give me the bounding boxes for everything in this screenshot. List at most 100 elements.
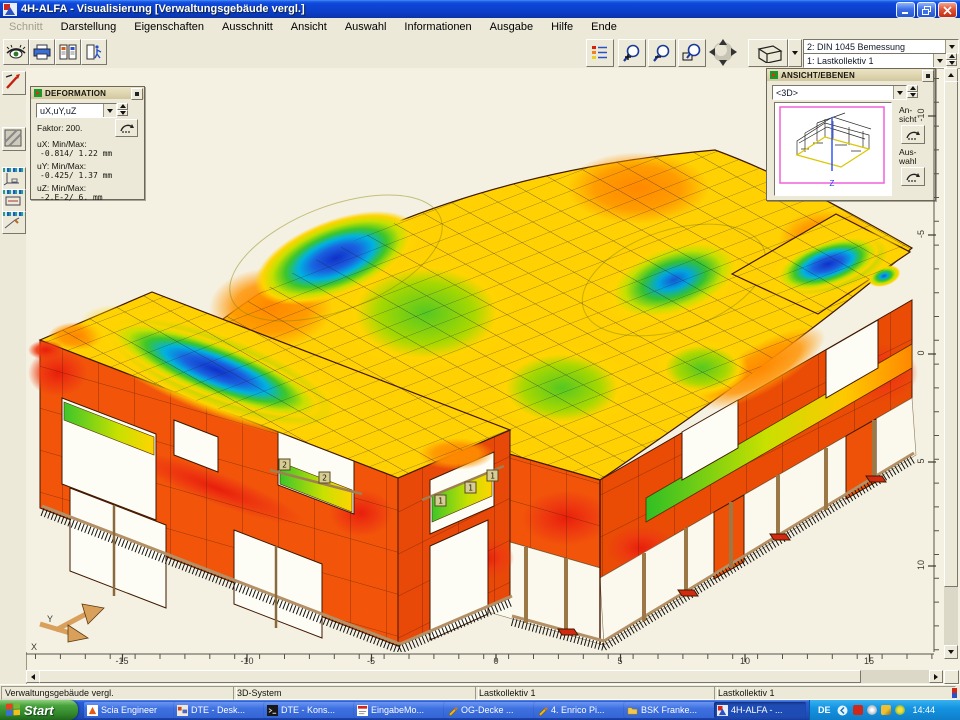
view-planes-panel[interactable]: ANSICHT/EBENEN <3D> [766,68,936,201]
scroll-left-button[interactable] [26,670,40,683]
taskbar-item-scia[interactable]: Scia Engineer [84,702,176,718]
chevron-icon[interactable] [837,705,848,716]
panel-close-button[interactable] [131,88,143,100]
status-indicator-icon [952,688,957,698]
spin-down[interactable] [946,60,957,67]
ruler-tick-label: 10 [916,552,926,578]
panel-icon [34,89,42,97]
loadcase-combo-arrow[interactable] [933,54,946,67]
loadcase-combo[interactable]: 1: Lastkollektiv 1 [803,53,947,68]
language-indicator[interactable]: DE [818,705,831,715]
menu-ausgabe[interactable]: Ausgabe [481,19,542,35]
scroll-right-button[interactable] [929,670,943,683]
menu-ausschnitt[interactable]: Ausschnitt [213,19,282,35]
scroll-up-button[interactable] [944,68,958,82]
uz-label: uZ: Min/Max: [37,183,86,193]
taskbar-item-eingabemodul[interactable]: EingabeMo... [354,702,446,718]
start-label: Start [24,703,54,718]
clock[interactable]: 14:44 [913,705,936,715]
auswahl-button[interactable] [901,167,925,186]
legend-settings-button[interactable] [586,39,614,67]
disc-icon[interactable] [867,705,877,715]
pen-icon[interactable] [881,705,891,715]
ruler-tick-label: -10 [233,656,261,666]
application-window: 4H-ALFA - Visualisierung [Verwaltungsgeb… [0,0,960,720]
view-cube-dropdown[interactable] [788,39,802,67]
vertical-scroll-thumb[interactable] [944,81,958,587]
restore-icon [922,6,931,15]
menu-eigenschaften[interactable]: Eigenschaften [125,19,213,35]
edit-mode-button[interactable] [2,71,26,95]
deformation-panel-titlebar[interactable]: DEFORMATION [31,87,144,99]
zoom-out-button[interactable] [648,39,676,67]
horizontal-scrollbar[interactable] [26,670,942,683]
vertical-scrollbar[interactable] [944,68,958,658]
view-panel-titlebar[interactable]: ANSICHT/EBENEN [767,69,935,81]
taskbar-item-dte-desk[interactable]: DTE - Desk... [174,702,266,718]
view-combo[interactable]: <3D> [772,85,907,100]
window-title: 4H-ALFA - Visualisierung [Verwaltungsgeb… [21,3,305,15]
hatch-display-button[interactable] [2,127,26,151]
scroll-down-button[interactable] [944,645,958,659]
axes-panel-button[interactable] [2,167,26,190]
alfa-icon [717,705,728,716]
taskbar-item-enrico[interactable]: 4. Enrico Pi... [534,702,626,718]
deformation-spinner[interactable] [117,103,128,116]
system-tray: DE 14:44 [809,700,960,720]
taskbar-item-4h-alfa[interactable]: 4H-ALFA - ... [714,702,806,718]
deformation-combo-arrow[interactable] [103,104,116,117]
restore-button[interactable] [917,2,936,18]
pages-button[interactable] [55,39,81,65]
pan-control[interactable] [708,38,738,67]
spin-down[interactable] [907,92,918,99]
view-thumbnail[interactable]: Z [774,102,892,196]
loadcase-combo-value: 1: Lastkollektiv 1 [804,56,933,66]
section-panel-button[interactable] [2,189,26,212]
design-combo[interactable]: 2: DIN 1045 Bemessung [803,39,959,54]
view-cube-button[interactable] [748,39,788,67]
ruler-horizontal [26,648,934,668]
menu-ende[interactable]: Ende [582,19,626,35]
zoom-in-button[interactable] [618,39,646,67]
design-combo-arrow[interactable] [945,40,958,53]
minimize-button[interactable] [896,2,915,18]
close-button[interactable] [938,2,957,18]
view-combo-arrow[interactable] [893,86,906,99]
start-button[interactable]: Start [0,700,78,720]
ruler-tick-label: 0 [482,656,510,666]
deformation-panel[interactable]: DEFORMATION uX,uY,uZ Faktor: 200. uX: Mi… [30,86,145,200]
deformation-combo[interactable]: uX,uY,uZ [36,103,117,118]
app-icon [3,3,17,16]
badge-icon[interactable] [895,705,905,715]
menu-hilfe[interactable]: Hilfe [542,19,582,35]
menu-ansicht[interactable]: Ansicht [282,19,336,35]
menu-darstellung[interactable]: Darstellung [52,19,126,35]
spin-down[interactable] [117,110,128,117]
menu-auswahl[interactable]: Auswahl [336,19,396,35]
zoom-out-icon [652,43,672,63]
zoom-window-button[interactable] [678,39,706,67]
taskbar-item-og-decke[interactable]: OG-Decke ... [444,702,536,718]
menu-schnitt: Schnitt [0,19,52,35]
title-bar[interactable]: 4H-ALFA - Visualisierung [Verwaltungsgeb… [0,0,960,18]
menu-informationen[interactable]: Informationen [395,19,480,35]
loadcase-spinner[interactable] [946,53,957,66]
horizontal-scroll-thumb[interactable] [39,670,861,683]
volume-icon[interactable] [853,705,863,715]
print-button[interactable] [29,39,55,65]
close-icon [943,6,952,15]
view-options-button[interactable] [3,39,29,65]
dte-desktop-icon [177,705,188,716]
ruler-tick-label: 0 [916,340,926,366]
view-spinner[interactable] [907,85,918,98]
factor-edit-button[interactable] [115,119,138,137]
ruler-tick-label: 15 [855,656,883,666]
windows-flag-icon [5,703,21,717]
taskbar-item-dte-konsole[interactable]: DTE - Kons... [264,702,356,718]
exit-button[interactable] [81,39,107,65]
printer-icon [33,44,51,60]
ux-label: uX: Min/Max: [37,139,87,149]
sketch-panel-button[interactable] [2,211,26,234]
taskbar-item-bsk[interactable]: BSK Franke... [624,702,716,718]
hand-edit-icon [906,172,920,182]
